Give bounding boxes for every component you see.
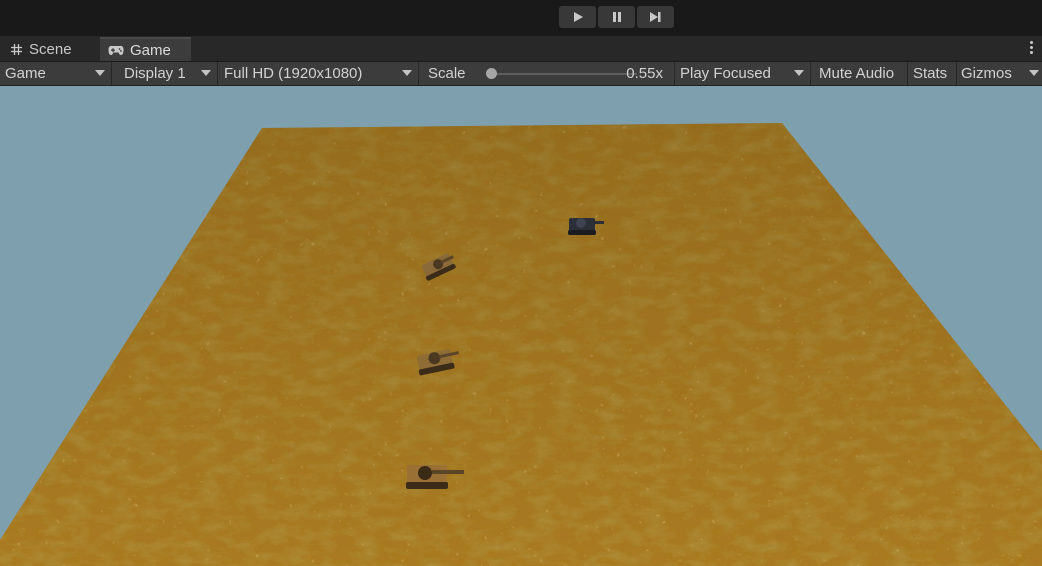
scale-slider-track[interactable]: [489, 73, 637, 75]
step-icon: [650, 12, 661, 22]
chevron-down-icon: [201, 70, 211, 76]
display-label: Display 1: [124, 65, 186, 82]
mute-audio-toggle[interactable]: Mute Audio: [812, 62, 908, 85]
play-icon: [573, 12, 583, 22]
pause-button[interactable]: [598, 6, 635, 28]
chevron-down-icon: [1029, 70, 1039, 76]
game-scene: [0, 123, 1042, 566]
more-options-icon[interactable]: [1028, 41, 1034, 57]
chevron-down-icon: [794, 70, 804, 76]
resolution-label: Full HD (1920x1080): [224, 65, 363, 82]
play-mode-label: Play Focused: [680, 65, 771, 82]
chevron-down-icon: [95, 70, 105, 76]
scale-slider-thumb[interactable]: [486, 68, 497, 79]
step-button[interactable]: [637, 6, 674, 28]
grid-icon: [11, 43, 22, 55]
display-dropdown[interactable]: Display 1: [113, 62, 218, 85]
view-mode-dropdown[interactable]: Game: [0, 62, 112, 85]
stats-label: Stats: [913, 65, 948, 82]
scale-control: Scale 0.55x: [420, 62, 675, 85]
play-toolbar: [0, 0, 1042, 36]
resolution-dropdown[interactable]: Full HD (1920x1080): [219, 62, 419, 85]
gizmos-label: Gizmos: [961, 65, 1012, 82]
tab-strip: Scene Game: [0, 36, 1042, 62]
play-button[interactable]: [559, 6, 596, 28]
chevron-down-icon: [402, 70, 412, 76]
game-view-toolbar: Game Display 1 Full HD (1920x1080) Scale…: [0, 62, 1042, 86]
stats-toggle[interactable]: Stats: [909, 62, 957, 85]
tab-game-label: Game: [130, 41, 171, 59]
play-mode-dropdown[interactable]: Play Focused: [675, 62, 811, 85]
scale-value: 0.55x: [626, 65, 663, 82]
play-controls: [559, 6, 674, 28]
tab-scene-label: Scene: [29, 40, 72, 58]
tab-game[interactable]: Game: [100, 37, 191, 61]
mute-audio-label: Mute Audio: [819, 65, 895, 82]
gizmos-dropdown[interactable]: Gizmos: [958, 62, 1042, 85]
pause-icon: [612, 12, 621, 22]
tab-scene[interactable]: Scene: [2, 37, 98, 61]
game-viewport[interactable]: [0, 86, 1042, 566]
gamepad-icon: [108, 46, 124, 55]
scale-label: Scale: [428, 65, 466, 82]
view-mode-label: Game: [5, 65, 46, 82]
